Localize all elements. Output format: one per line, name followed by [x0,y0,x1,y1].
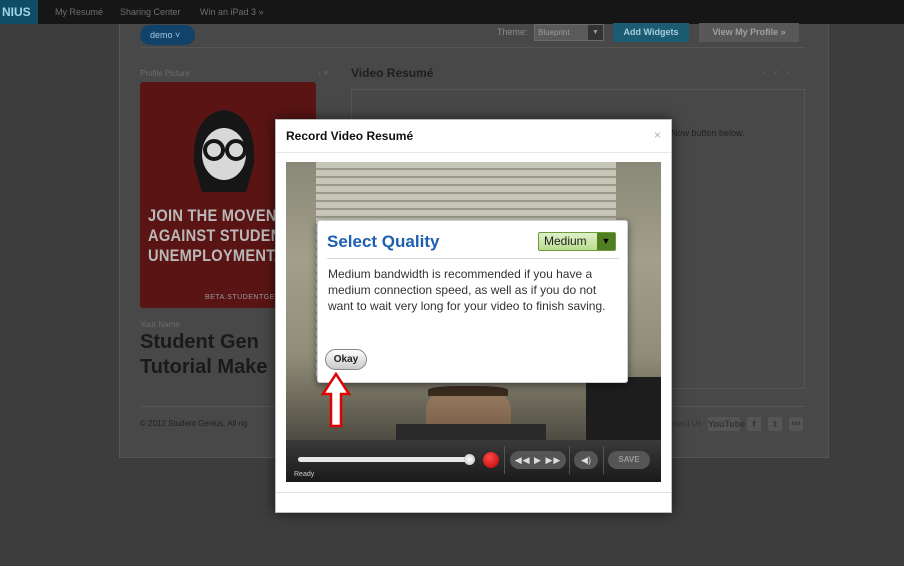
profile-name: Student Gen Tutorial Make [140,330,267,380]
divider [603,446,604,474]
playback-controls[interactable]: ◀◀ ▶ ▶▶ [510,451,566,469]
progress-bar[interactable] [298,457,470,462]
chevron-down-icon: ▼ [597,233,615,250]
up-arrow-icon [321,372,351,428]
nav-sharing-center[interactable]: Sharing Center [120,0,181,24]
video-resume-title: Video Resumé [351,66,434,80]
poster-line: AGAINST STUDEN [148,226,282,245]
video-widget-controls[interactable]: ‹ ‹ › [763,67,792,77]
recorder-controls: ◀◀ ▶ ▶▶ ◀) SAVE Ready [286,440,661,482]
section-divider [140,47,805,48]
volume-icon[interactable]: ◀) [574,451,598,469]
theme-label: Theme: [497,27,528,37]
profile-widget-controls[interactable]: ‹ × [318,68,329,78]
youtube-icon[interactable]: YouTube [708,417,745,431]
footer-copyright: © 2012 Student Genius. All rig [140,419,248,428]
close-icon[interactable]: × [654,128,661,142]
okay-button[interactable]: Okay [325,349,367,370]
profile-picture-label: Profile Picture [140,69,190,78]
site-logo[interactable]: NIUS [0,0,38,24]
chair [586,377,661,440]
person-hair [428,386,508,396]
video-resume-hint: Now button below. [671,128,745,138]
avatar-illustration [193,110,255,192]
modal-footer-divider [276,492,671,493]
view-profile-button[interactable]: View My Profile » [699,23,799,42]
profile-name-line: Tutorial Make [140,356,268,378]
quality-divider [327,258,619,259]
rss-icon[interactable]: rss [789,417,803,431]
quality-select-value: Medium [544,234,587,248]
nav-my-resume[interactable]: My Resumé [55,0,103,24]
chevron-down-icon: ▼ [588,25,603,40]
progress-knob[interactable] [464,454,475,465]
top-navigation-bar: NIUS My Resumé Sharing Center Win an iPa… [0,0,904,24]
modal-title: Record Video Resumé [286,129,414,143]
quality-description: Medium bandwidth is recommended if you h… [328,267,606,313]
poster-slogan: JOIN THE MOVEN AGAINST STUDEN UNEMPLOYME… [148,206,282,266]
select-quality-title: Select Quality [327,232,440,251]
demo-dropdown[interactable]: demo ˅ [140,25,195,45]
poster-line: JOIN THE MOVEN [148,206,277,225]
poster-line: UNEMPLOYMENT. [148,246,279,265]
profile-name-line: Student Gen [140,331,259,353]
divider [569,446,570,474]
nav-win-ipad[interactable]: Win an iPad 3 » [200,0,264,24]
select-quality-dialog: Select Quality Medium ▼ Medium bandwidth… [317,220,628,383]
record-button[interactable] [483,452,499,468]
poster-footer: BETA.STUDENTGE [205,294,275,301]
your-name-label: Your Name [140,320,180,329]
recorder-status: Ready [294,471,315,478]
modal-header-divider [276,152,671,153]
theme-select[interactable]: Blueprint ▼ [534,24,604,41]
twitter-icon[interactable]: t [768,417,782,431]
add-widgets-button[interactable]: Add Widgets [613,23,689,42]
save-button[interactable]: SAVE [608,451,650,469]
divider [504,446,505,474]
quality-select[interactable]: Medium ▼ [538,232,616,251]
facebook-icon[interactable]: f [747,417,761,431]
theme-select-value: Blueprint [538,28,570,37]
